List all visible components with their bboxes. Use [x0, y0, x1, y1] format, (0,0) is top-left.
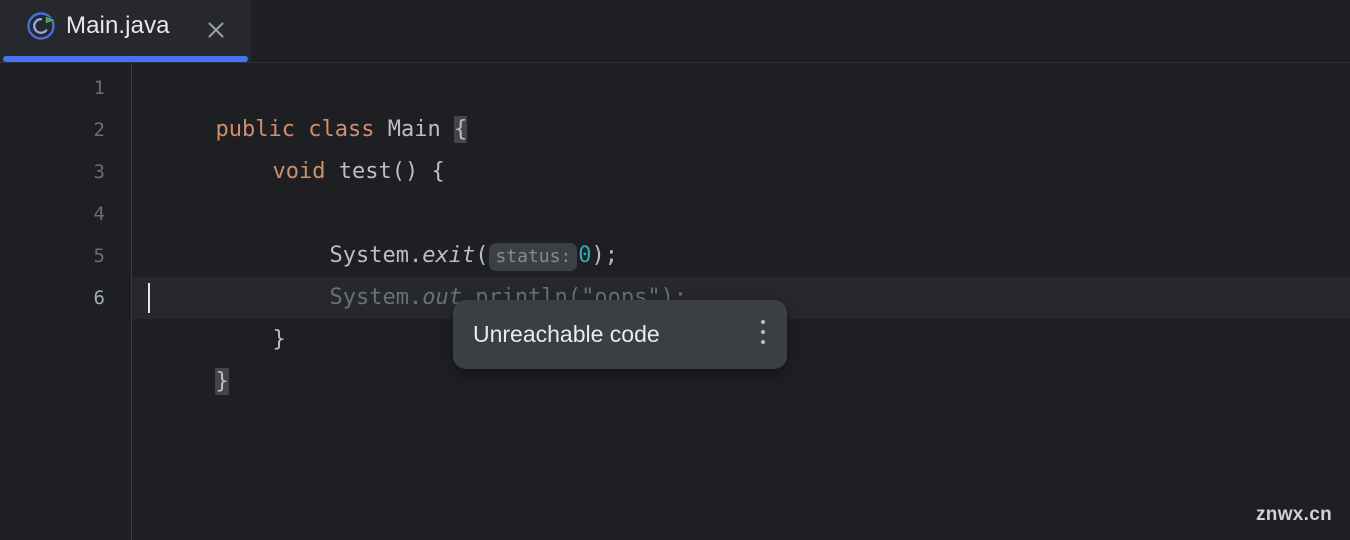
- code-line-6: }: [136, 319, 229, 395]
- editor-gutter[interactable]: 1 2 3 4 5 6: [0, 63, 131, 540]
- line-number: 1: [93, 77, 105, 99]
- token-punctuation: () {: [391, 159, 445, 184]
- brace-match-highlight: }: [215, 368, 229, 395]
- inspection-tooltip[interactable]: Unreachable code: [453, 300, 787, 369]
- gutter-divider: [131, 63, 132, 540]
- site-watermark: znwx.cn: [1255, 504, 1332, 525]
- code-editor[interactable]: 1 2 3 4 5 6 public class Main { void tes…: [0, 63, 1350, 540]
- more-options-vertical-dots-icon[interactable]: [753, 320, 773, 349]
- code-line-4-unreachable: System.out.println("oops");: [250, 235, 687, 310]
- code-line-2: void test() {: [193, 109, 444, 184]
- line-number: 2: [93, 119, 105, 141]
- line-number-current: 6: [93, 287, 105, 309]
- code-line-5: }: [193, 277, 285, 352]
- editor-tab-bar: Main.java: [0, 0, 1350, 63]
- tab-active-underline: [3, 56, 248, 62]
- token-qualifier: System.: [329, 285, 423, 310]
- text-caret: [148, 283, 150, 313]
- java-class-runnable-icon: [26, 11, 58, 41]
- token-keyword: void: [272, 159, 326, 184]
- close-icon[interactable]: [203, 17, 229, 43]
- brace-match-highlight: {: [453, 116, 468, 143]
- line-number: 5: [93, 245, 105, 267]
- line-number: 4: [93, 203, 105, 225]
- editor-window: Main.java 1 2 3 4 5 6 public class Main …: [0, 0, 1350, 540]
- tab-label: Main.java: [66, 12, 170, 39]
- token-punctuation: }: [272, 327, 286, 352]
- code-line-1: public class Main {: [136, 67, 468, 143]
- tab-main-java[interactable]: Main.java: [0, 0, 251, 62]
- tooltip-message: Unreachable code: [473, 321, 660, 347]
- line-number: 3: [93, 161, 105, 183]
- code-line-3: System.exit(status: 0);: [250, 193, 618, 271]
- token-method-name: test: [338, 159, 392, 184]
